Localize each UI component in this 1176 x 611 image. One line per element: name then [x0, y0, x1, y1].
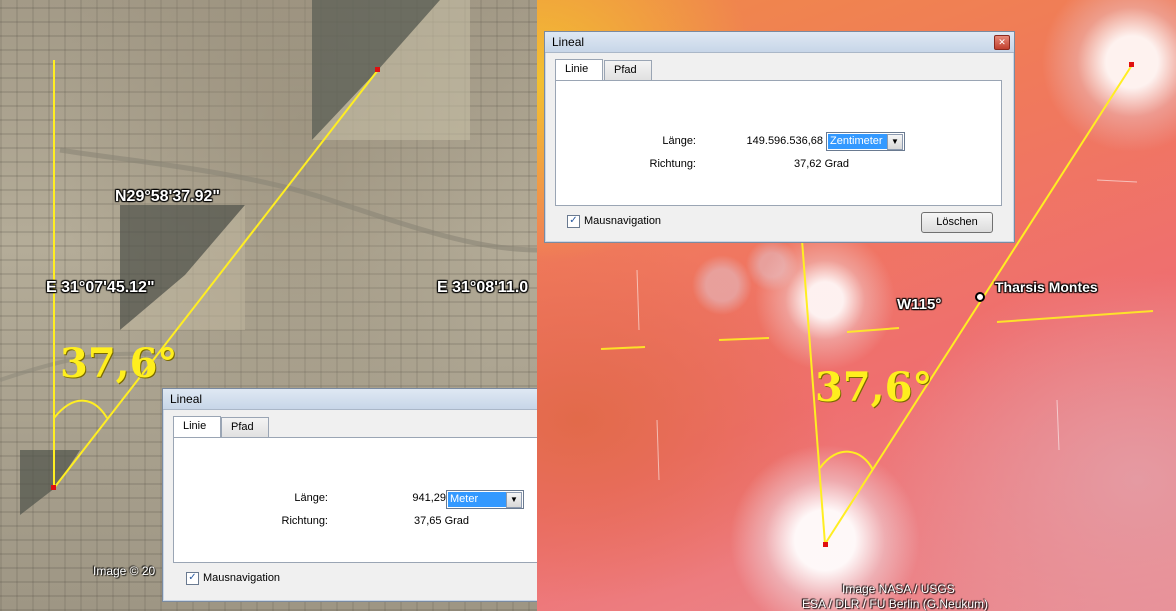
placemark-icon: [975, 292, 985, 302]
ruler-end-point-right: [1129, 62, 1134, 67]
angle-arc-left: [53, 399, 108, 419]
mouse-navigation-label: Mausnavigation: [203, 572, 281, 584]
ruler-start-point-left: [51, 485, 56, 490]
length-label: Länge:: [662, 135, 696, 147]
grid-segments: [600, 310, 1154, 350]
check-icon: ✓: [188, 572, 197, 583]
unit-selected-value: Zentimeter: [828, 134, 887, 149]
tab-linie[interactable]: Linie: [173, 416, 221, 438]
tab-linie[interactable]: Linie: [555, 59, 603, 81]
length-label: Länge:: [294, 492, 328, 504]
direction-value: 37,62 Grad: [794, 158, 850, 170]
left-map-view[interactable]: N29°58'37.92" E 31°07'45.12" E 31°08'11.…: [0, 0, 537, 611]
chevron-down-icon[interactable]: ▼: [887, 134, 903, 150]
tab-panel-linie: Länge: 941,29 Meter ▼ Richtung: 37,65 Gr…: [173, 437, 537, 563]
longitude-label-west: E 31°07'45.12": [46, 279, 155, 296]
mouse-navigation-checkbox[interactable]: ✓: [186, 572, 199, 585]
check-icon: ✓: [569, 215, 578, 226]
tab-pfad[interactable]: Pfad: [604, 60, 652, 80]
length-value: 941,29: [412, 492, 446, 504]
length-value: 149.596.536,68: [746, 135, 823, 147]
direction-label: Richtung:: [281, 515, 328, 527]
ruler-start-point-right: [823, 542, 828, 547]
dialog-title: Lineal: [170, 392, 203, 406]
dialog-titlebar[interactable]: Lineal: [163, 389, 537, 410]
latitude-label: N29°58'37.92": [115, 188, 220, 205]
direction-value: 37,65 Grad: [414, 515, 470, 527]
image-credit-right-line2: ESA / DLR / FU Berlin (G.Neukum): [802, 597, 989, 611]
angle-annotation-left: 37,6°: [60, 340, 178, 387]
close-button[interactable]: ✕: [994, 35, 1010, 50]
mouse-navigation-option[interactable]: ✓ Mausnavigation: [567, 215, 727, 229]
dialog-titlebar[interactable]: Lineal ✕: [545, 32, 1014, 53]
place-label-tharsis[interactable]: Tharsis Montes: [995, 279, 1098, 295]
mouse-navigation-label: Mausnavigation: [584, 215, 662, 227]
close-icon: ✕: [998, 37, 1006, 47]
angle-arc-right: [819, 450, 874, 471]
tab-pfad[interactable]: Pfad: [221, 417, 269, 437]
tab-panel-linie: Länge: 149.596.536,68 Zentimeter ▼ Richt…: [555, 80, 1002, 206]
image-credit-right-line1: Image NASA / USGS: [842, 582, 955, 596]
unit-select[interactable]: Meter ▼: [446, 490, 524, 509]
ruler-end-point-left: [375, 67, 380, 72]
clear-button[interactable]: Löschen: [921, 212, 993, 233]
mouse-navigation-checkbox[interactable]: ✓: [567, 215, 580, 228]
unit-select[interactable]: Zentimeter ▼: [826, 132, 905, 151]
third-pyramid-shadow: [20, 450, 80, 515]
mouse-navigation-option[interactable]: ✓ Mausnavigation: [186, 572, 346, 586]
unit-selected-value: Meter: [448, 492, 506, 507]
ruler-dialog-right[interactable]: Lineal ✕ Linie Pfad Länge: 149.596.536,6…: [544, 31, 1015, 243]
ruler-dialog-left[interactable]: Lineal Linie Pfad Länge: 941,29 Meter ▼ …: [162, 388, 537, 602]
longitude-label-east: E 31°08'11.0: [437, 279, 529, 296]
direction-label: Richtung:: [649, 158, 696, 170]
angle-annotation-right: 37,6°: [815, 364, 933, 411]
image-credit-left: Image © 20: [93, 564, 156, 578]
longitude-label-mars: W115°: [897, 296, 942, 313]
dialog-title: Lineal: [552, 35, 585, 49]
chevron-down-icon[interactable]: ▼: [506, 492, 522, 508]
